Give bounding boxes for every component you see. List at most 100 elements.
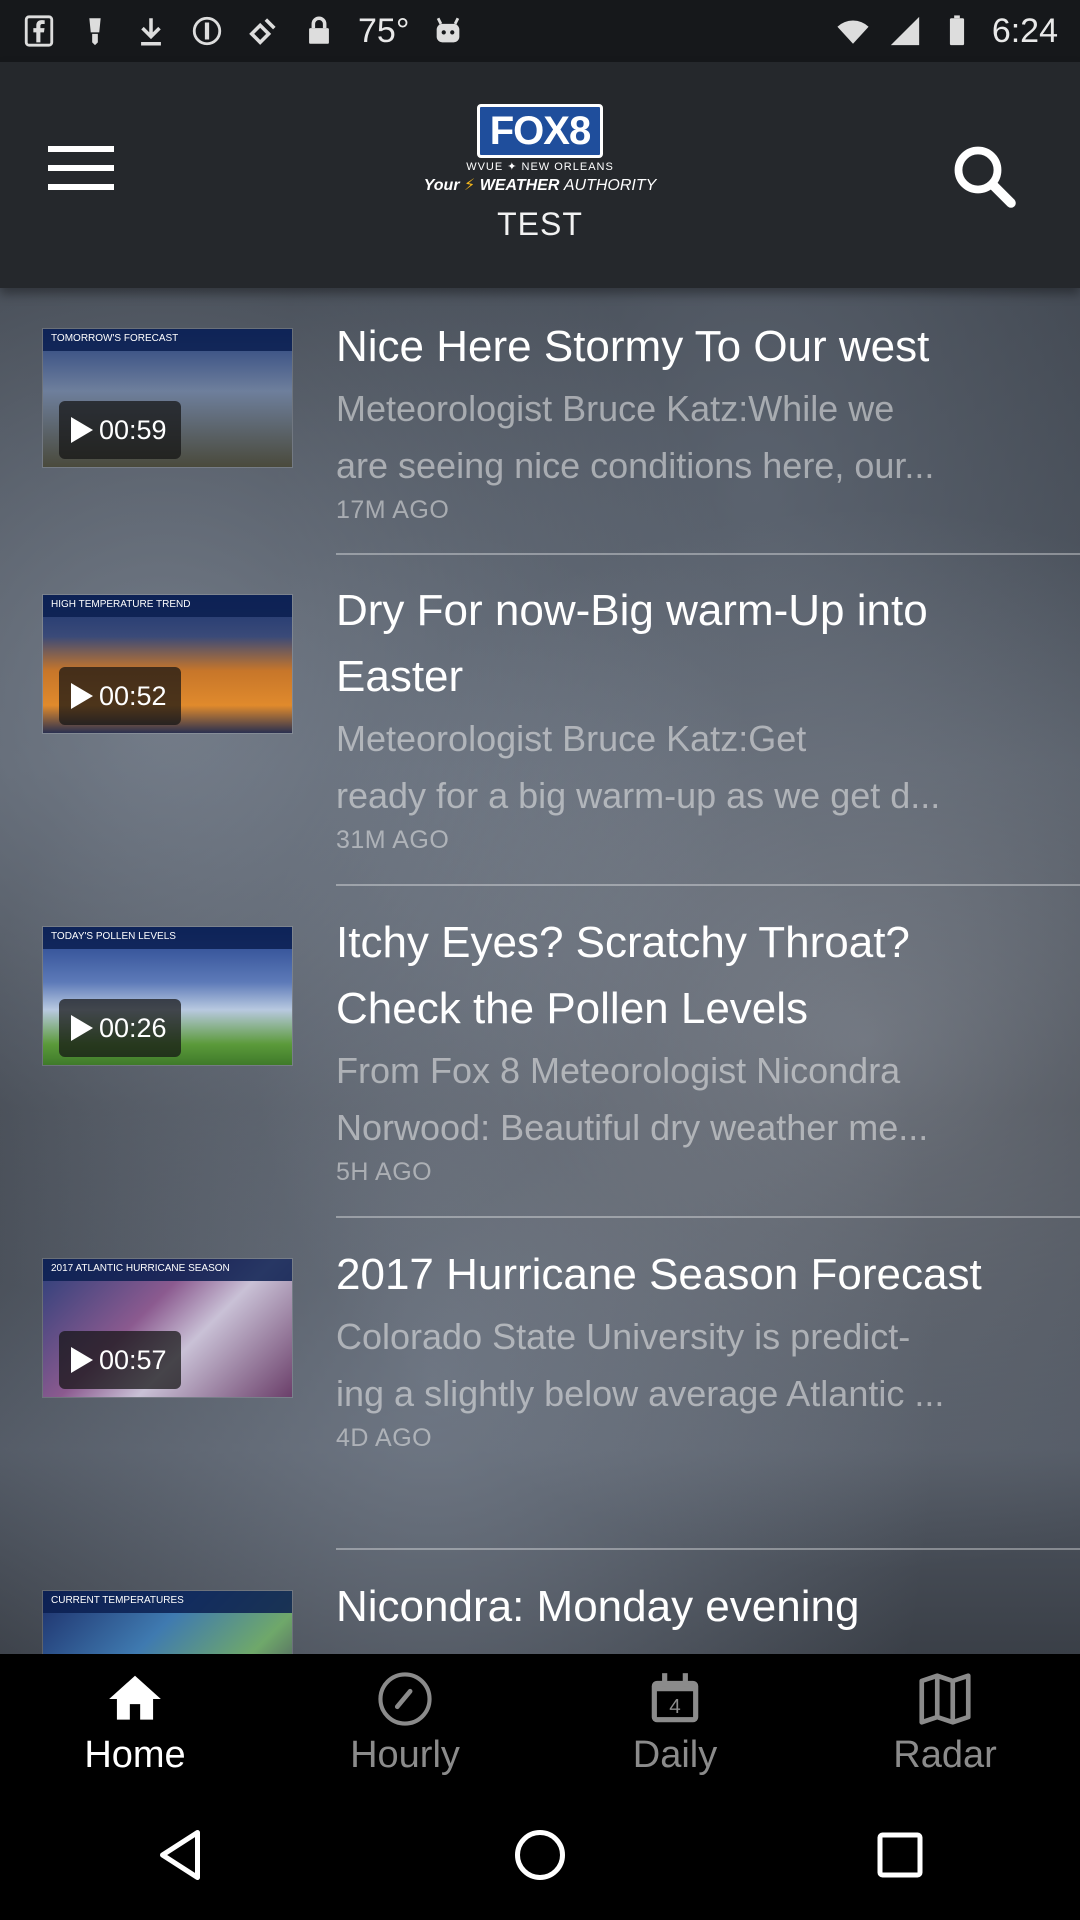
recents-button[interactable] (860, 1815, 940, 1895)
facebook-icon (22, 14, 56, 48)
status-bar: 75° 6:24 (0, 0, 1080, 62)
news-title: Nicondra: Monday evening (336, 1582, 860, 1631)
download-icon (134, 14, 168, 48)
tab-label: Hourly (350, 1734, 460, 1776)
search-icon (954, 146, 1016, 208)
news-title: Nice Here Stormy To Our west (336, 322, 930, 371)
news-text: Nicondra: Monday evening (336, 1574, 1046, 1640)
thumbnail-caption: TOMORROW'S FORECAST (43, 329, 292, 351)
tab-home[interactable]: Home (0, 1654, 270, 1790)
hamburger-bar (48, 165, 114, 171)
news-description: are seeing nice conditions here, our... (336, 445, 935, 486)
system-navigation-bar (0, 1790, 1080, 1920)
home-icon (109, 1675, 161, 1720)
circle-i-icon (190, 14, 224, 48)
back-triangle-icon (160, 1830, 200, 1880)
duration-badge: 00:52 (59, 667, 181, 725)
duration-text: 00:52 (99, 680, 167, 711)
video-thumbnail[interactable]: HIGH TEMPERATURE TREND 00:52 (42, 594, 293, 734)
news-title: 2017 Hurricane Season Forecast (336, 1250, 982, 1299)
app-header: FOX8 WVUE ✦ NEW ORLEANS Your ⚡ WEATHER A… (0, 62, 1080, 288)
video-thumbnail[interactable]: TODAY'S POLLEN LEVELS 00:26 (42, 926, 293, 1066)
logo-tagline-authority: AUTHORITY (563, 177, 657, 194)
play-icon (71, 1347, 93, 1373)
logo-sub: WVUE ✦ NEW ORLEANS (466, 161, 614, 173)
video-thumbnail[interactable]: TOMORROW'S FORECAST 00:59 (42, 328, 293, 468)
battery-icon (940, 14, 974, 48)
news-text: Nice Here Stormy To Our west Meteorologi… (336, 314, 1046, 525)
status-left-icons: 75° (22, 12, 465, 51)
news-list[interactable]: TOMORROW'S FORECAST 00:59 Nice Here Stor… (0, 288, 1080, 1654)
news-timestamp: 4D AGO (336, 1424, 433, 1452)
logo-tagline-your: Your (423, 177, 460, 194)
news-title: Dry For now-Big warm-Up into Easter (336, 586, 928, 701)
news-description: ready for a big warm-up as we get d... (336, 775, 941, 816)
search-button[interactable] (948, 140, 1020, 212)
duration-badge: 00:57 (59, 1331, 181, 1389)
tab-hourly[interactable]: Hourly (270, 1654, 540, 1790)
logo-main: FOX8 (476, 104, 604, 158)
news-description: Meteorologist Bruce Katz:While we (336, 388, 895, 429)
hamburger-menu-icon (48, 146, 114, 152)
signal-icon (888, 14, 922, 48)
bottom-navigation: Home Hourly 4 Daily Radar (0, 1654, 1080, 1790)
calendar-icon: 4 (651, 1673, 699, 1723)
clock-time: 6:24 (991, 11, 1058, 50)
thumbnail-caption: CURRENT TEMPERATURES (43, 1591, 292, 1613)
status-right-icons: 6:24 (836, 12, 1058, 51)
tab-label: Radar (893, 1734, 997, 1776)
news-text: Dry For now-Big warm-Up into Easter Mete… (336, 578, 1046, 855)
news-description: From Fox 8 Meteorologist Nicondra (336, 1050, 901, 1091)
play-icon (71, 1015, 93, 1041)
recents-square-icon (877, 1832, 923, 1878)
thumbnail-caption: 2017 ATLANTIC HURRICANE SEASON (43, 1259, 292, 1281)
temperature-text: 75° (358, 11, 410, 50)
video-thumbnail[interactable]: 2017 ATLANTIC HURRICANE SEASON 00:57 (42, 1258, 293, 1398)
wifi-icon (836, 14, 870, 48)
news-description: Meteorologist Bruce Katz:Get (336, 718, 807, 759)
lock-icon (302, 14, 336, 48)
duration-text: 00:57 (99, 1344, 167, 1375)
duration-text: 00:26 (99, 1012, 167, 1043)
logo-tagline-weather: WEATHER (479, 177, 560, 194)
news-description: Colorado State University is predict- (336, 1316, 911, 1357)
news-description: Norwood: Beautiful dry weather me... (336, 1107, 929, 1148)
duration-text: 00:59 (99, 414, 167, 445)
play-icon (71, 417, 93, 443)
duration-badge: 00:26 (59, 999, 181, 1057)
home-circle-icon (515, 1830, 565, 1880)
home-system-button[interactable] (500, 1815, 580, 1895)
thumbnail-caption: TODAY'S POLLEN LEVELS (43, 927, 292, 949)
tab-radar[interactable]: Radar (810, 1654, 1080, 1790)
hamburger-bar (48, 184, 114, 190)
tab-label: Daily (632, 1734, 718, 1776)
divider (336, 884, 1080, 886)
lightning-bolt-icon: ⚡ (464, 177, 476, 194)
satellite-icon (246, 14, 280, 48)
play-icon (71, 683, 93, 709)
news-title: Itchy Eyes? Scratchy Throat? Check the P… (336, 918, 910, 1033)
duration-badge: 00:59 (59, 401, 181, 459)
android-icon (431, 14, 465, 48)
news-text: Itchy Eyes? Scratchy Throat? Check the P… (336, 910, 1046, 1187)
video-thumbnail[interactable]: CURRENT TEMPERATURES (42, 1590, 293, 1654)
calendar-number: 4 (669, 1695, 681, 1718)
page-title: TEST (497, 206, 583, 242)
news-timestamp: 5H AGO (336, 1158, 433, 1186)
divider (336, 553, 1080, 555)
divider (336, 1548, 1080, 1550)
news-text: 2017 Hurricane Season Forecast Colorado … (336, 1242, 1046, 1453)
news-timestamp: 31M AGO (336, 826, 450, 854)
news-description: ing a slightly below average Atlantic ..… (336, 1373, 945, 1414)
tab-daily[interactable]: 4 Daily (540, 1654, 810, 1790)
menu-button[interactable] (48, 146, 128, 206)
logo-tagline: Your ⚡ WEATHER AUTHORITY (400, 175, 680, 195)
tab-label: Home (84, 1734, 186, 1776)
fox8-logo: FOX8 WVUE ✦ NEW ORLEANS Your ⚡ WEATHER A… (400, 104, 680, 195)
clock-icon (378, 1672, 432, 1726)
back-button[interactable] (140, 1815, 220, 1895)
divider (336, 1216, 1080, 1218)
news-timestamp: 17M AGO (336, 496, 450, 524)
map-icon (919, 1673, 971, 1725)
thumbnail-caption: HIGH TEMPERATURE TREND (43, 595, 292, 617)
